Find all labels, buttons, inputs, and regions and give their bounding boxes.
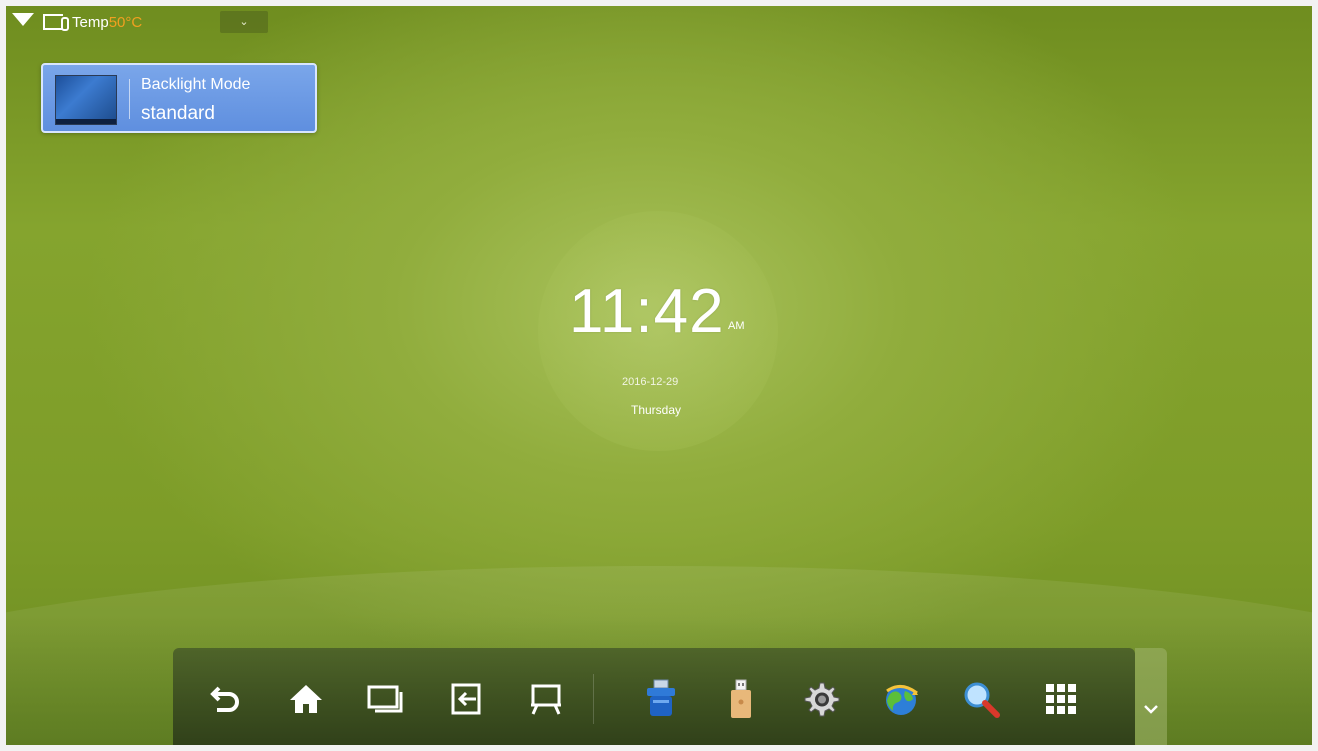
settings-button[interactable] — [798, 676, 844, 722]
status-dropdown-button[interactable]: ⌄ — [220, 11, 268, 33]
app-grid-icon — [1046, 684, 1076, 714]
whiteboard-icon — [531, 684, 561, 715]
temperature-label: Temp — [72, 14, 109, 31]
backlight-mode-title: Backlight Mode — [141, 76, 251, 93]
backlight-mode-card[interactable]: Backlight Mode standard — [41, 63, 317, 133]
back-icon — [210, 686, 239, 712]
browser-button[interactable] — [878, 676, 924, 722]
status-bar: Temp50°C ⌄ — [6, 6, 306, 40]
home-screen: Temp50°C ⌄ Backlight Mode standard 11:42… — [6, 6, 1312, 745]
browser-globe-icon — [886, 685, 918, 715]
temperature-readout: Temp50°C — [72, 14, 142, 31]
home-icon — [290, 685, 322, 713]
input-source-icon — [451, 683, 481, 715]
chevron-down-icon — [1144, 705, 1158, 714]
backlight-divider — [129, 79, 130, 119]
temperature-value: 50°C — [108, 14, 143, 31]
clock-ampm: AM — [728, 320, 745, 332]
search-icon — [964, 682, 1000, 718]
settings-gear-icon — [804, 682, 840, 717]
dock-expand-button[interactable] — [1138, 696, 1164, 722]
clock-date: 2016-12-29 — [622, 376, 679, 388]
all-apps-button[interactable] — [1038, 676, 1084, 722]
whiteboard-button[interactable] — [523, 676, 569, 722]
recent-apps-icon — [367, 685, 403, 713]
temperature-icon — [43, 14, 69, 31]
bottom-dock — [173, 648, 1135, 745]
usb-drive-button[interactable] — [638, 676, 684, 722]
clock-day: Thursday — [631, 403, 682, 417]
usb-stick-button[interactable] — [718, 676, 764, 722]
home-button[interactable] — [283, 676, 329, 722]
back-button[interactable] — [203, 676, 249, 722]
recent-apps-button[interactable] — [363, 676, 409, 722]
dock-separator — [593, 674, 594, 724]
backlight-preview-thumbnail — [55, 75, 117, 125]
wifi-icon — [12, 13, 34, 26]
backlight-mode-value: standard — [141, 103, 215, 124]
input-source-button[interactable] — [443, 676, 489, 722]
clock-time: 11:42 — [569, 277, 725, 346]
search-button[interactable] — [958, 676, 1004, 722]
usb-stick-icon — [731, 679, 751, 718]
usb-drive-icon — [647, 679, 675, 716]
